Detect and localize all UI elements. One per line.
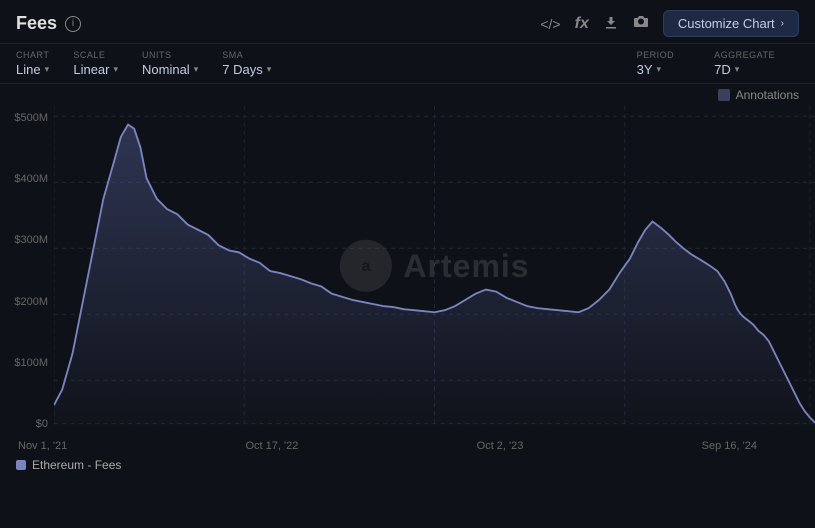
header-actions: </> fx Customize Chart › [540, 10, 799, 37]
period-arrow: ▾ [657, 64, 662, 75]
page-title: Fees [16, 13, 57, 34]
chart-control: CHART Line ▾ [16, 50, 49, 77]
chevron-icon: › [781, 18, 784, 29]
customize-chart-button[interactable]: Customize Chart › [663, 10, 799, 37]
chart-arrow: ▾ [45, 64, 50, 75]
period-control: PERIOD 3Y ▾ [637, 50, 675, 77]
aggregate-control: AGGREGATE 7D ▾ [714, 50, 775, 77]
legend: Ethereum - Fees [0, 454, 815, 476]
customize-label: Customize Chart [678, 16, 775, 31]
controls-bar: CHART Line ▾ SCALE Linear ▾ UNITS Nomina… [0, 44, 815, 84]
chart-value: Line [16, 62, 41, 77]
aggregate-value: 7D [714, 62, 731, 77]
x-label-3: Oct 2, '23 [477, 440, 524, 452]
x-label-4: Sep 16, '24 [702, 440, 757, 452]
aggregate-label: AGGREGATE [714, 50, 775, 60]
y-label-200: $200M [8, 296, 48, 308]
units-control: UNITS Nominal ▾ [142, 50, 198, 77]
x-label-1: Nov 1, '21 [18, 440, 67, 452]
aggregate-arrow: ▾ [735, 64, 740, 75]
units-select[interactable]: Nominal ▾ [142, 62, 198, 77]
period-value: 3Y [637, 62, 653, 77]
x-axis: Nov 1, '21 Oct 17, '22 Oct 2, '23 Sep 16… [0, 436, 815, 454]
fx-icon[interactable]: fx [575, 15, 589, 33]
sma-control: SMA 7 Days ▾ [222, 50, 271, 77]
header: Fees i </> fx Customize Chart › [0, 0, 815, 44]
y-label-400: $400M [8, 173, 48, 185]
scale-value: Linear [73, 62, 109, 77]
sma-arrow: ▾ [267, 64, 272, 75]
units-value: Nominal [142, 62, 190, 77]
period-aggregate-group: PERIOD 3Y ▾ AGGREGATE 7D ▾ [637, 50, 799, 77]
y-label-500: $500M [8, 112, 48, 124]
y-axis: $500M $400M $300M $200M $100M $0 [0, 106, 54, 436]
annotations-checkbox[interactable] [718, 89, 730, 101]
units-label: UNITS [142, 50, 198, 60]
annotations-row: Annotations [0, 84, 815, 106]
scale-arrow: ▾ [113, 64, 118, 75]
scale-select[interactable]: Linear ▾ [73, 62, 118, 77]
period-select[interactable]: 3Y ▾ [637, 62, 675, 77]
units-arrow: ▾ [194, 64, 199, 75]
sma-value: 7 Days [222, 62, 262, 77]
sma-label: SMA [222, 50, 271, 60]
download-icon[interactable] [603, 14, 619, 33]
chart-label: CHART [16, 50, 49, 60]
annotations-label: Annotations [736, 88, 799, 102]
y-label-100: $100M [8, 357, 48, 369]
header-left: Fees i [16, 13, 81, 34]
y-label-0: $0 [8, 418, 48, 430]
code-icon[interactable]: </> [540, 16, 560, 32]
aggregate-select[interactable]: 7D ▾ [714, 62, 775, 77]
legend-label: Ethereum - Fees [32, 458, 121, 472]
x-label-2: Oct 17, '22 [245, 440, 298, 452]
info-icon[interactable]: i [65, 16, 81, 32]
scale-label: SCALE [73, 50, 118, 60]
chart-svg: .grid-line { stroke: #1e2535; stroke-wid… [54, 106, 815, 436]
y-label-300: $300M [8, 234, 48, 246]
chart-container: .grid-line { stroke: #1e2535; stroke-wid… [54, 106, 815, 436]
scale-control: SCALE Linear ▾ [73, 50, 118, 77]
legend-color-dot [16, 460, 26, 470]
camera-icon[interactable] [633, 14, 649, 33]
sma-select[interactable]: 7 Days ▾ [222, 62, 271, 77]
period-label: PERIOD [637, 50, 675, 60]
chart-select[interactable]: Line ▾ [16, 62, 49, 77]
